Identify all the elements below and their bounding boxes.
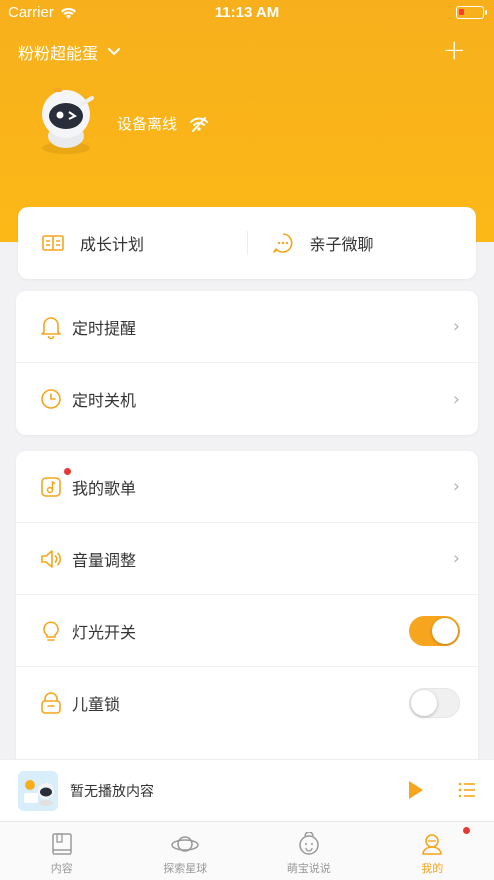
parent-chat-label: 亲子微聊: [309, 235, 374, 254]
baby-icon: [299, 832, 319, 855]
clock-icon: [41, 389, 61, 409]
bell-icon: [41, 317, 61, 339]
now-playing-title: 暂无播放内容: [70, 784, 154, 800]
book-tab-icon: [52, 833, 72, 855]
child-lock-row: 儿童锁: [16, 667, 478, 739]
chat-icon: [272, 233, 292, 253]
light-switch-label: 灯光开关: [72, 622, 137, 642]
timer-reminder-row[interactable]: 定时提醒 ›: [16, 291, 478, 363]
child-lock-label: 儿童锁: [72, 695, 121, 714]
quick-actions-card: 成长计划 亲子微聊: [18, 207, 476, 279]
robot-avatar: [42, 88, 94, 154]
tab-baby-talk[interactable]: 萌宝说说: [247, 822, 371, 880]
book-icon: [42, 235, 64, 251]
wifi-off-icon: [190, 116, 209, 132]
light-switch-row: 灯光开关: [16, 595, 478, 667]
player-thumbnail: [18, 771, 58, 811]
tab-bar: 内容 探索星球 萌宝说说 我的: [0, 821, 494, 880]
child-lock-toggle[interactable]: [409, 688, 460, 718]
speaker-icon: [41, 550, 62, 568]
my-playlist-label: 我的歌单: [72, 478, 137, 498]
volume-row[interactable]: 音量调整 ›: [16, 523, 478, 595]
add-device-button[interactable]: +: [443, 36, 466, 64]
growth-plan-label: 成长计划: [80, 235, 145, 254]
mini-player[interactable]: 暂无播放内容: [0, 759, 494, 821]
timer-shutdown-row[interactable]: 定时关机 ›: [16, 363, 478, 435]
tab-content[interactable]: 内容: [0, 822, 124, 880]
chevron-right-icon: ›: [452, 476, 460, 497]
planet-icon: [171, 836, 199, 852]
battery-icon: [456, 6, 487, 19]
play-icon[interactable]: [408, 780, 424, 800]
timer-shutdown-label: 定时关机: [72, 391, 137, 410]
device-status: 设备离线: [117, 113, 209, 134]
tab-mine-label: 我的: [421, 862, 444, 875]
timer-card: 定时提醒 › 定时关机 ›: [16, 291, 478, 435]
chevron-right-icon: ›: [452, 316, 460, 337]
device-selector[interactable]: 粉粉超能蛋: [18, 40, 121, 64]
status-bar: Carrier 11:13 AM: [0, 0, 494, 26]
my-playlist-row[interactable]: 我的歌单 ›: [16, 451, 478, 523]
light-toggle[interactable]: [409, 615, 460, 646]
playlist-icon[interactable]: [458, 781, 476, 799]
tab-content-label: 内容: [50, 862, 73, 875]
tab-baby-talk-label: 萌宝说说: [286, 862, 331, 875]
profile-icon: [422, 834, 443, 855]
clock: 11:13 AM: [214, 4, 280, 21]
chevron-right-icon: ›: [452, 548, 460, 569]
volume-label: 音量调整: [72, 550, 137, 570]
lock-icon: [41, 692, 61, 714]
tab-explore[interactable]: 探索星球: [124, 822, 248, 880]
bulb-icon: [43, 621, 59, 641]
chevron-right-icon: ›: [452, 388, 460, 410]
chevron-down-icon: [108, 48, 121, 56]
tab-mine[interactable]: 我的: [371, 822, 494, 880]
settings-card: 我的歌单 › 音量调整 › 灯光开关 儿童锁: [16, 451, 478, 781]
music-list-icon: [41, 477, 61, 497]
timer-reminder-label: 定时提醒: [72, 318, 137, 338]
tab-explore-label: 探索星球: [163, 862, 208, 875]
notification-badge: [64, 468, 71, 475]
device-status-label: 设备离线: [117, 115, 178, 133]
growth-plan-button[interactable]: 成长计划: [18, 207, 247, 279]
parent-chat-button[interactable]: 亲子微聊: [248, 207, 477, 279]
notification-badge: [463, 827, 470, 834]
device-name: 粉粉超能蛋: [18, 44, 99, 63]
